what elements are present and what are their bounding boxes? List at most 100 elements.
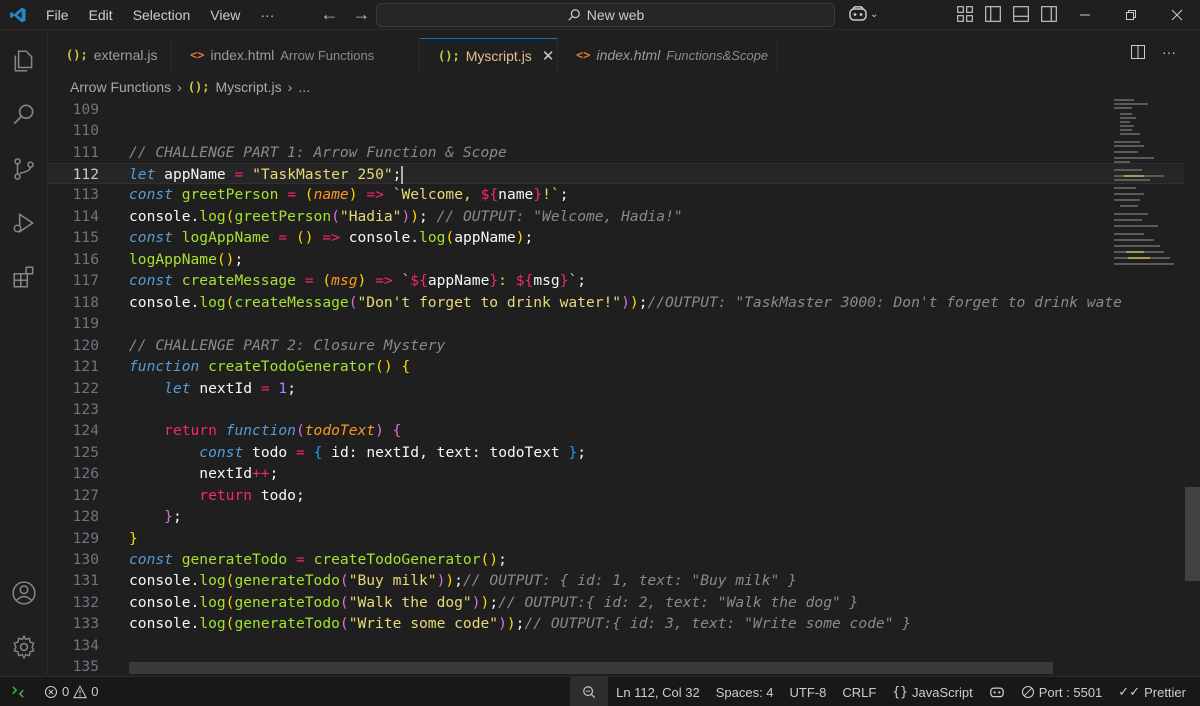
menu-view[interactable]: View xyxy=(200,0,250,30)
line-number: 114 xyxy=(72,208,99,225)
code-line: 118 console.log(createMessage("Don't forg… xyxy=(48,292,1184,313)
breadcrumb-more[interactable]: ... xyxy=(298,79,310,95)
line-number: 115 xyxy=(72,229,99,246)
minimap[interactable] xyxy=(1112,99,1178,269)
tab-index-html-functions-scope[interactable]: <> index.html Functions&Scope xyxy=(558,38,778,72)
copilot-status[interactable] xyxy=(981,677,1013,706)
command-center-label: New web xyxy=(586,7,645,23)
double-check-icon: ✓✓ xyxy=(1118,684,1141,699)
problems-indicator[interactable]: 0 0 xyxy=(36,677,106,706)
menu-bar: File Edit Selection View ··· xyxy=(36,0,284,30)
accounts-icon[interactable] xyxy=(8,577,40,609)
indentation[interactable]: Spaces: 4 xyxy=(708,677,782,706)
menu-edit[interactable]: Edit xyxy=(79,0,123,30)
line-number: 118 xyxy=(72,294,99,311)
current-code-line: 112 let appName = "TaskMaster 250"; xyxy=(48,163,1184,184)
breadcrumb: Arrow Functions › (); Myscript.js › ... xyxy=(70,77,310,97)
split-editor-icon[interactable] xyxy=(1130,44,1146,60)
code-editor[interactable]: 109 110 111 // CHALLENGE PART 1: Arrow Fu… xyxy=(48,99,1184,675)
search-view-icon[interactable] xyxy=(8,99,40,131)
source-control-icon[interactable] xyxy=(8,153,40,185)
text-cursor xyxy=(401,166,404,184)
extensions-icon[interactable] xyxy=(8,261,40,293)
chevron-right-icon: › xyxy=(177,79,182,95)
customize-layout-icon[interactable] xyxy=(956,5,974,23)
tab-label: Myscript.js xyxy=(465,47,532,64)
tab-myscript-js[interactable]: (); Myscript.js ✕ xyxy=(420,38,558,72)
warning-count: 0 xyxy=(91,684,99,699)
code-line: 131 console.log(generateTodo("Buy milk"))… xyxy=(48,570,1184,591)
forward-arrow-icon[interactable]: → xyxy=(352,4,370,25)
javascript-file-icon: (); xyxy=(438,48,460,63)
menu-file[interactable]: File xyxy=(36,0,79,30)
tab-label: index.html xyxy=(596,47,661,63)
code-line: 117 const createMessage = (msg) => `${app… xyxy=(48,270,1184,291)
prettier-status[interactable]: ✓✓ Prettier xyxy=(1110,677,1200,706)
vscode-logo-icon xyxy=(0,0,36,30)
menu-selection[interactable]: Selection xyxy=(123,0,201,30)
breadcrumb-file[interactable]: Myscript.js xyxy=(216,79,282,95)
title-bar: File Edit Selection View ··· ← → New web… xyxy=(0,0,1200,30)
tab-external-js[interactable]: (); external.js xyxy=(48,38,172,72)
line-number: 121 xyxy=(72,358,99,375)
prettier-label: Prettier xyxy=(1144,684,1186,700)
line-number: 110 xyxy=(72,122,99,139)
back-arrow-icon[interactable]: ← xyxy=(320,4,338,25)
line-number: 112 xyxy=(72,166,99,183)
line-number: 133 xyxy=(72,615,99,632)
vertical-scrollbar[interactable] xyxy=(1185,487,1200,581)
toggle-secondary-sidebar-icon[interactable] xyxy=(1040,5,1058,23)
cursor-position[interactable]: Ln 112, Col 32 xyxy=(608,677,708,706)
code-line: 125 const todo = { id: nextId, text: tod… xyxy=(48,442,1184,463)
code-line: 128 }; xyxy=(48,506,1184,527)
settings-gear-icon[interactable] xyxy=(8,631,40,663)
activity-bar xyxy=(0,31,48,675)
zoom-icon[interactable] xyxy=(570,677,609,706)
breadcrumb-folder[interactable]: Arrow Functions xyxy=(70,79,171,95)
line-number: 120 xyxy=(72,337,99,354)
end-of-line[interactable]: CRLF xyxy=(834,677,884,706)
tab-index-html-arrow-functions[interactable]: <> index.html Arrow Functions xyxy=(172,38,420,72)
minimize-icon[interactable] xyxy=(1062,0,1108,30)
line-number: 135 xyxy=(72,658,99,675)
line-number: 130 xyxy=(72,551,99,568)
line-number: 116 xyxy=(72,251,99,268)
tab-description: Functions&Scope xyxy=(666,47,769,63)
code-line: 124 return function(todoText) { xyxy=(48,420,1184,441)
port-label: Port : 5501 xyxy=(1038,684,1103,700)
chevron-down-icon: ⌄ xyxy=(870,8,879,20)
copilot-icon xyxy=(849,6,867,21)
command-center[interactable]: New web xyxy=(376,3,835,27)
toggle-panel-icon[interactable] xyxy=(1012,5,1030,23)
close-window-icon[interactable] xyxy=(1154,0,1200,30)
code-line: 110 xyxy=(48,120,1184,141)
remote-indicator[interactable] xyxy=(0,677,36,706)
line-number: 129 xyxy=(72,530,99,547)
restore-icon[interactable] xyxy=(1108,0,1154,30)
search-icon xyxy=(568,9,580,21)
explorer-icon[interactable] xyxy=(8,45,40,77)
code-line: 127 return todo; xyxy=(48,485,1184,506)
language-mode[interactable]: {} JavaScript xyxy=(884,677,980,706)
code-line: 111 // CHALLENGE PART 1: Arrow Function &… xyxy=(48,142,1184,163)
live-server-port[interactable]: Port : 5501 xyxy=(1013,677,1111,706)
line-number: 109 xyxy=(72,101,99,118)
code-line: 130 const generateTodo = createTodoGenera… xyxy=(48,549,1184,570)
close-tab-icon[interactable]: ✕ xyxy=(542,47,555,65)
status-bar: 0 0 Ln 112, Col 32 Spaces: 4 UTF-8 CRLF … xyxy=(0,676,1200,706)
toggle-primary-sidebar-icon[interactable] xyxy=(984,5,1002,23)
more-actions-icon[interactable]: ··· xyxy=(1162,44,1176,60)
copilot-button[interactable]: ⌄ xyxy=(848,5,878,23)
run-debug-icon[interactable] xyxy=(8,207,40,239)
line-number: 127 xyxy=(72,487,99,504)
line-number: 132 xyxy=(72,594,99,611)
no-entry-icon xyxy=(1021,685,1034,699)
line-number: 128 xyxy=(72,508,99,525)
horizontal-scrollbar[interactable] xyxy=(129,662,1053,674)
encoding[interactable]: UTF-8 xyxy=(782,677,835,706)
code-line: 115 const logAppName = () => console.log(… xyxy=(48,227,1184,248)
line-number: 119 xyxy=(72,315,99,332)
code-comment: // CHALLENGE PART 1: Arrow Function & Sc… xyxy=(129,144,507,161)
chevron-right-icon: › xyxy=(287,79,293,95)
menu-more[interactable]: ··· xyxy=(250,0,284,30)
